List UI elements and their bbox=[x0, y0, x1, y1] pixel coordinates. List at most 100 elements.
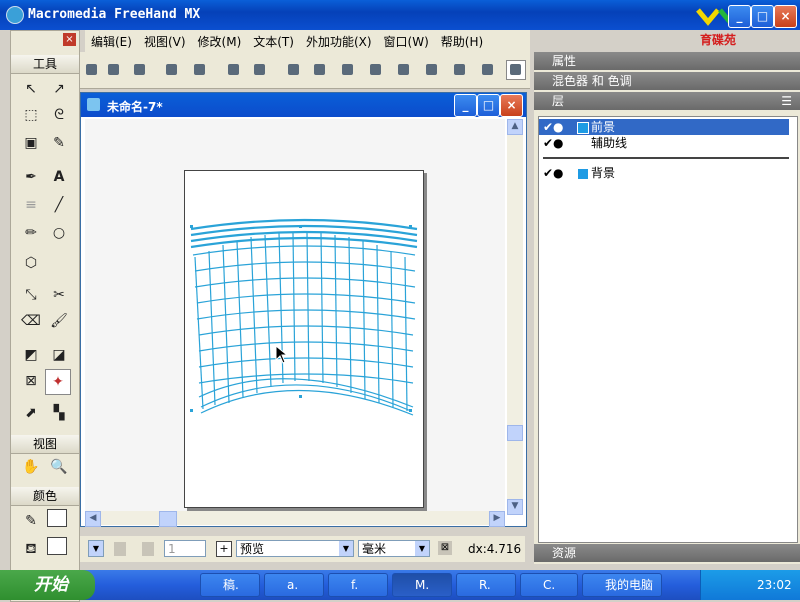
render-mode-select[interactable]: 预览 ▼ bbox=[236, 540, 354, 557]
page-nav-dropdown-button[interactable]: ▼ bbox=[88, 540, 104, 557]
new-document-icon[interactable] bbox=[82, 60, 102, 80]
vertical-scrollbar[interactable]: ▲ ▼ bbox=[507, 119, 523, 515]
connector-tool-icon[interactable]: ⬈ bbox=[19, 401, 43, 425]
taskbar-item-1[interactable]: 稿. bbox=[200, 573, 260, 597]
tools-panel-close-icon[interactable]: × bbox=[63, 33, 76, 46]
lasso-tool-icon[interactable]: ᘓ bbox=[47, 103, 71, 127]
layer-visibility-icon[interactable]: ✔● bbox=[543, 119, 564, 135]
menu-modify[interactable]: 修改(M) bbox=[192, 30, 248, 50]
unlock-icon[interactable] bbox=[250, 60, 270, 80]
subselect-tool-icon[interactable]: ↗ bbox=[47, 77, 71, 101]
next-page-icon[interactable] bbox=[142, 542, 154, 556]
prev-page-icon[interactable] bbox=[114, 542, 126, 556]
line-tool-icon[interactable]: ≡ bbox=[19, 193, 43, 217]
properties-panel-header[interactable]: 属性 bbox=[534, 52, 800, 70]
scroll-up-button[interactable]: ▲ bbox=[507, 119, 523, 135]
drawing-canvas[interactable] bbox=[85, 119, 505, 514]
crop-tool-icon[interactable]: ⊠ bbox=[19, 369, 43, 393]
text-editor-icon[interactable] bbox=[366, 60, 386, 80]
taskbar-item-2[interactable]: a. bbox=[264, 573, 324, 597]
save-icon[interactable] bbox=[130, 60, 150, 80]
layer-visibility-icon[interactable]: ✔● bbox=[543, 165, 564, 181]
scroll-thumb-horizontal[interactable] bbox=[159, 511, 177, 527]
scroll-left-button[interactable]: ◀ bbox=[85, 511, 101, 527]
layer-color-swatch[interactable] bbox=[577, 122, 589, 134]
menu-xtras[interactable]: 外加功能(X) bbox=[300, 30, 378, 50]
freehand-app-icon[interactable] bbox=[6, 6, 24, 24]
add-page-icon[interactable]: + bbox=[216, 541, 232, 557]
envelope-text-artwork[interactable] bbox=[185, 171, 423, 507]
pointer-tool-icon[interactable]: ↖ bbox=[19, 77, 43, 101]
object-icon[interactable] bbox=[394, 60, 414, 80]
document-page[interactable] bbox=[184, 170, 424, 508]
minimize-button[interactable]: _ bbox=[728, 5, 751, 28]
group-icon[interactable] bbox=[284, 60, 304, 80]
fill-color-icon[interactable]: ⛾ bbox=[19, 537, 43, 561]
layers-icon[interactable] bbox=[478, 60, 498, 80]
lock-icon[interactable] bbox=[224, 60, 244, 80]
scroll-down-button[interactable]: ▼ bbox=[507, 499, 523, 515]
table-icon[interactable] bbox=[450, 60, 470, 80]
trace-tool-icon[interactable]: ▣ bbox=[19, 131, 43, 155]
hand-tool-icon[interactable]: ✋ bbox=[19, 455, 43, 479]
doc-minimize-button[interactable]: _ bbox=[454, 94, 477, 117]
fit-icon[interactable]: ⊠ bbox=[438, 541, 452, 555]
import-icon[interactable] bbox=[162, 60, 182, 80]
page-number-field[interactable]: 1 bbox=[164, 540, 206, 557]
scale-tool-icon[interactable]: ⤡ bbox=[19, 283, 43, 307]
taskbar-item-4[interactable]: M. bbox=[392, 573, 452, 597]
pencil-tool-icon[interactable]: ✏ bbox=[19, 221, 43, 245]
freeform-tool-icon[interactable]: ◩ bbox=[19, 343, 43, 367]
stroke-color-icon[interactable]: ✎ bbox=[19, 509, 43, 533]
menu-help[interactable]: 帮助(H) bbox=[435, 30, 489, 50]
layers-panel-header[interactable]: 层 ☰ bbox=[534, 92, 800, 110]
menu-edit[interactable]: 编辑(E) bbox=[85, 30, 138, 50]
ellipse-tool-icon[interactable]: ○ bbox=[47, 221, 71, 245]
polygon-tool-icon[interactable]: ⬡ bbox=[19, 251, 43, 275]
scroll-right-button[interactable]: ▶ bbox=[489, 511, 505, 527]
symbol-icon[interactable] bbox=[506, 60, 526, 80]
pen-tool-icon[interactable]: ✒ bbox=[19, 165, 43, 189]
layer-row-guides[interactable]: ✔● 辅助线 bbox=[539, 135, 789, 151]
knife-tool-icon[interactable]: ✂ bbox=[47, 283, 71, 307]
stroke-swatch[interactable] bbox=[47, 509, 67, 527]
mixer-panel-header[interactable]: 混色器 和 色调 bbox=[534, 72, 800, 90]
page-tool-icon[interactable]: ⬚ bbox=[19, 103, 43, 127]
taskbar-item-6[interactable]: C. bbox=[520, 573, 578, 597]
export-icon[interactable] bbox=[190, 60, 210, 80]
panel-options-icon[interactable]: ☰ bbox=[781, 92, 792, 110]
menu-window[interactable]: 窗口(W) bbox=[378, 30, 435, 50]
brush-tool-icon[interactable]: 🖌 bbox=[47, 309, 71, 333]
open-folder-icon[interactable] bbox=[104, 60, 124, 80]
layer-color-swatch[interactable] bbox=[577, 168, 589, 180]
taskbar-item-7[interactable]: 我的电脑 bbox=[582, 573, 662, 597]
clock[interactable]: 23:02 bbox=[757, 578, 792, 592]
layer-row-foreground[interactable]: ✔● 前景 bbox=[539, 119, 789, 135]
horizontal-scrollbar[interactable]: ◀ ▶ bbox=[85, 511, 505, 527]
fill-swatch[interactable] bbox=[47, 537, 67, 555]
units-select[interactable]: 毫米 ▼ bbox=[358, 540, 430, 557]
chart-tool-icon[interactable]: ▚ bbox=[47, 401, 71, 425]
transform-icon[interactable] bbox=[338, 60, 358, 80]
start-button[interactable]: 开始 bbox=[0, 570, 95, 600]
color-palette-icon[interactable] bbox=[422, 60, 442, 80]
doc-close-button[interactable]: × bbox=[500, 94, 523, 117]
eraser-tool-icon[interactable]: ⌫ bbox=[19, 309, 43, 333]
doc-maximize-button[interactable]: □ bbox=[477, 94, 500, 117]
assets-panel-header[interactable]: 资源 bbox=[534, 544, 800, 562]
maximize-button[interactable]: □ bbox=[751, 5, 774, 28]
text-tool-icon[interactable]: A bbox=[47, 165, 71, 189]
zoom-tool-icon[interactable]: 🔍 bbox=[47, 455, 71, 479]
line-draw-tool-icon[interactable]: ╱ bbox=[47, 193, 71, 217]
taskbar-item-5[interactable]: R. bbox=[456, 573, 516, 597]
graphic-hose-tool-icon[interactable]: ✦ bbox=[45, 369, 71, 395]
layer-visibility-icon[interactable]: ✔● bbox=[543, 135, 564, 151]
menu-text[interactable]: 文本(T) bbox=[247, 30, 300, 50]
menu-view[interactable]: 视图(V) bbox=[138, 30, 192, 50]
align-icon[interactable] bbox=[310, 60, 330, 80]
perspective-tool-icon[interactable]: ◪ bbox=[47, 343, 71, 367]
taskbar-item-3[interactable]: f. bbox=[328, 573, 388, 597]
close-button[interactable]: × bbox=[774, 5, 797, 28]
eyedropper-tool-icon[interactable]: ✎ bbox=[47, 131, 71, 155]
layer-row-background[interactable]: ✔● 背景 bbox=[539, 165, 789, 181]
